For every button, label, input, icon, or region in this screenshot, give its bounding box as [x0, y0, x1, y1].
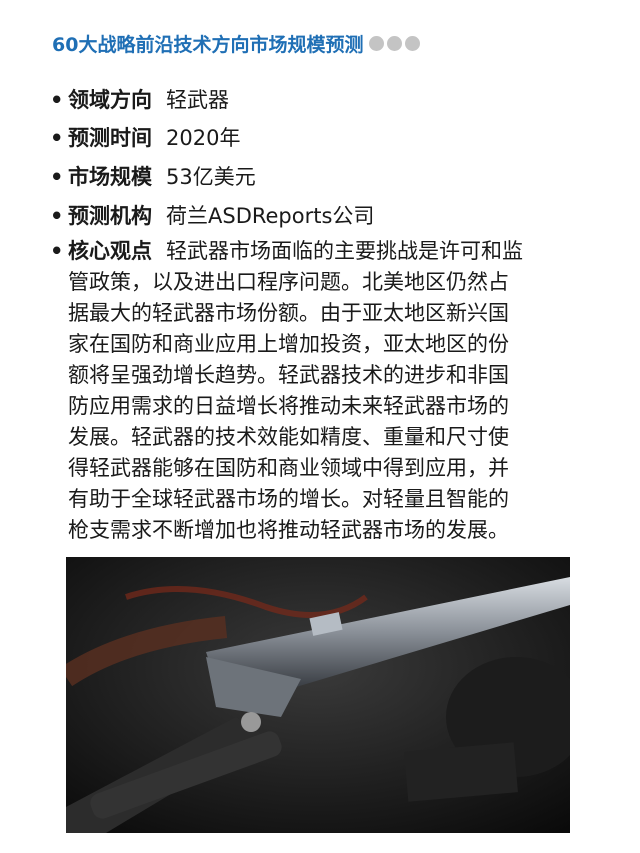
item-label: 核心观点	[68, 239, 152, 263]
rifle-photo	[66, 557, 570, 833]
core-line: 管政策，以及进出口程序问题。北美地区仍然占	[68, 270, 509, 294]
bullet-icon: •	[50, 204, 64, 228]
core-line: 额将呈强劲增长趋势。轻武器技术的进步和非国	[68, 363, 509, 387]
bullet-icon: •	[50, 88, 64, 112]
core-line: 得轻武器能够在国防和商业领域中得到应用，并	[68, 456, 509, 480]
dot-icon	[387, 36, 403, 51]
core-line: 有助于全球轻武器市场的增长。对轻量且智能的	[68, 487, 509, 511]
item-value: 2020年	[166, 126, 241, 150]
core-line: 轻武器市场面临的主要挑战是许可和监	[166, 239, 523, 263]
item-value: 轻武器	[166, 88, 229, 112]
dot-icon	[405, 36, 421, 51]
bullet-icon: •	[50, 126, 64, 150]
decorative-dots	[369, 36, 421, 51]
item-label: 预测时间	[68, 126, 152, 150]
info-item-agency: • 预测机构 荷兰ASDReports公司	[50, 200, 374, 230]
info-item-field: • 领域方向 轻武器	[50, 84, 229, 114]
core-line: 防应用需求的日益增长将推动未来轻武器市场的	[68, 394, 509, 418]
page-title: 60大战略前沿技术方向市场规模预测	[52, 30, 421, 57]
info-item-market-size: • 市场规模 53亿美元	[50, 161, 256, 191]
bullet-icon: •	[50, 239, 64, 263]
item-value: 荷兰ASDReports公司	[166, 204, 375, 228]
core-line: 发展。轻武器的技术效能如精度、重量和尺寸使	[68, 425, 509, 449]
core-line: 据最大的轻武器市场份额。由于亚太地区新兴国	[68, 301, 509, 325]
rifle-illustration	[66, 557, 570, 833]
title-text: 60大战略前沿技术方向市场规模预测	[52, 34, 364, 56]
core-line: 枪支需求不断增加也将推动轻武器市场的发展。	[68, 518, 509, 542]
item-value: 53亿美元	[166, 165, 256, 189]
info-item-time: • 预测时间 2020年	[50, 122, 240, 152]
bullet-icon: •	[50, 165, 64, 189]
core-line: 家在国防和商业应用上增加投资，亚太地区的份	[68, 332, 509, 356]
item-label: 市场规模	[68, 165, 152, 189]
core-view-body: 管政策，以及进出口程序问题。北美地区仍然占 据最大的轻武器市场份额。由于亚太地区…	[68, 267, 509, 546]
core-view-heading: • 核心观点 轻武器市场面临的主要挑战是许可和监	[50, 236, 523, 267]
item-label: 预测机构	[68, 204, 152, 228]
dot-icon	[369, 36, 385, 51]
item-label: 领域方向	[68, 88, 152, 112]
